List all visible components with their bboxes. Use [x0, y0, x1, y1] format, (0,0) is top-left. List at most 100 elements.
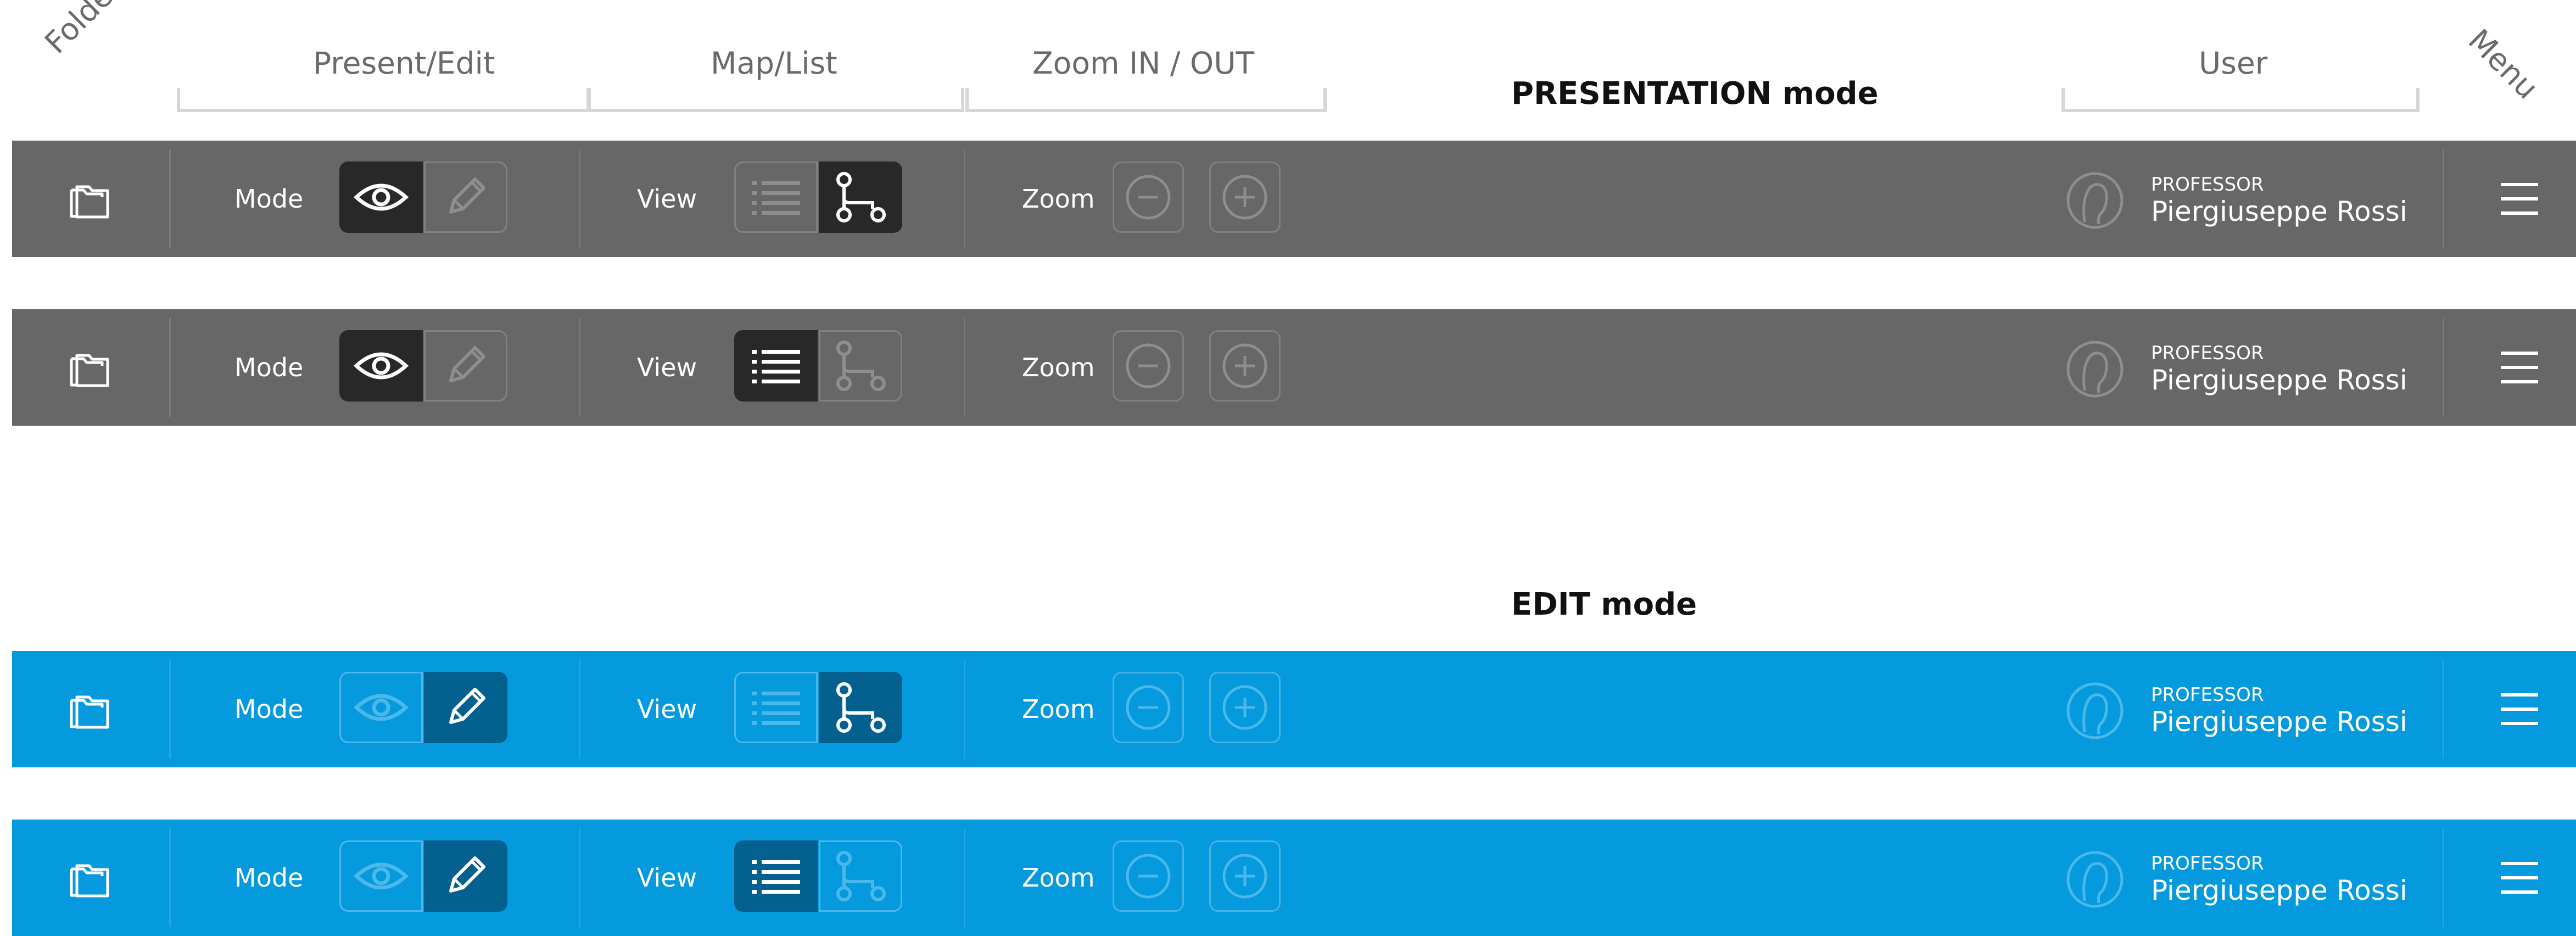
edit-mode-button[interactable]	[424, 840, 507, 912]
toolbar-separator	[579, 660, 580, 759]
view-label: View	[637, 353, 697, 382]
zoom-in-button[interactable]	[1209, 161, 1281, 233]
toolbar-separator	[964, 828, 965, 927]
annotation-folders: Folders	[38, 0, 140, 60]
edit-mode-button[interactable]	[424, 161, 507, 233]
bracket-present-edit	[177, 88, 591, 112]
eye-icon	[354, 691, 409, 724]
zoom-label: Zoom	[1022, 863, 1095, 893]
bracket-zoom	[965, 88, 1327, 112]
mode-label: Mode	[234, 353, 304, 382]
zoom-label: Zoom	[1022, 694, 1095, 724]
folder-icon[interactable]	[64, 174, 116, 226]
present-mode-button[interactable]	[339, 330, 423, 402]
annotation-user: User	[2199, 46, 2268, 81]
user-name[interactable]: Piergiuseppe Rossi	[2151, 194, 2407, 229]
annotation-zoom: Zoom IN / OUT	[1032, 46, 1255, 81]
hamburger-menu-icon[interactable]	[2495, 854, 2544, 902]
zoom-label: Zoom	[1022, 353, 1095, 382]
left-margin	[0, 0, 12, 929]
eye-icon	[354, 860, 409, 893]
map-view-button[interactable]	[819, 672, 902, 743]
present-mode-button[interactable]	[339, 161, 423, 233]
user-avatar-icon[interactable]	[2066, 850, 2124, 909]
bracket-map-list	[586, 88, 964, 112]
toolbar-separator	[169, 149, 171, 248]
pencil-icon	[441, 341, 490, 391]
toolbar-separator	[579, 318, 580, 417]
user-name[interactable]: Piergiuseppe Rossi	[2151, 705, 2407, 739]
map-view-button[interactable]	[819, 161, 902, 233]
edit-mode-button[interactable]	[424, 672, 507, 743]
pencil-icon	[441, 683, 490, 732]
zoom-out-icon	[1124, 851, 1173, 901]
folder-icon[interactable]	[64, 684, 116, 737]
list-view-button[interactable]	[734, 672, 818, 743]
map-tree-icon	[833, 849, 888, 904]
hamburger-menu-icon[interactable]	[2495, 685, 2544, 733]
list-view-button[interactable]	[734, 840, 818, 912]
hamburger-menu-icon[interactable]	[2495, 343, 2544, 392]
toolbar-separator	[169, 828, 171, 927]
user-avatar-icon[interactable]	[2066, 340, 2124, 398]
map-view-button[interactable]	[819, 330, 902, 402]
edit-mode-button[interactable]	[424, 330, 507, 402]
user-role: PROFESSOR	[2151, 342, 2264, 364]
present-mode-button[interactable]	[339, 840, 423, 912]
map-tree-icon	[833, 338, 888, 393]
list-view-button[interactable]	[734, 330, 818, 402]
folder-icon[interactable]	[64, 342, 116, 395]
zoom-out-button[interactable]	[1113, 840, 1184, 912]
list-icon	[750, 347, 802, 385]
user-role: PROFESSOR	[2151, 174, 2264, 196]
toolbar-separator	[964, 149, 965, 248]
map-tree-icon	[833, 170, 888, 225]
eye-icon	[354, 181, 409, 214]
toolbar-separator	[2443, 828, 2444, 927]
toolbar-separator	[579, 828, 580, 927]
pencil-icon	[441, 851, 490, 901]
list-icon	[750, 178, 802, 216]
toolbar-separator	[2443, 149, 2444, 248]
view-label: View	[637, 184, 697, 214]
zoom-out-button[interactable]	[1113, 161, 1184, 233]
list-icon	[750, 688, 802, 727]
toolbar-separator	[964, 318, 965, 417]
list-view-button[interactable]	[734, 161, 818, 233]
present-mode-button[interactable]	[339, 672, 423, 743]
zoom-in-icon	[1220, 851, 1270, 901]
bracket-user	[2061, 88, 2419, 112]
mode-label: Mode	[234, 863, 304, 893]
toolbar-separator	[579, 149, 580, 248]
user-name[interactable]: Piergiuseppe Rossi	[2151, 363, 2407, 397]
zoom-in-button[interactable]	[1209, 672, 1281, 743]
zoom-in-icon	[1220, 341, 1270, 391]
toolbar-presentation-map: Mode View Zoom PROFESSOR Piergiuseppe Rossi	[12, 141, 2576, 257]
user-role: PROFESSOR	[2151, 684, 2264, 706]
toolbar-edit-map: Mode View Zoom PROFESSOR Piergiuseppe Rossi	[12, 651, 2576, 767]
toolbar-separator	[2443, 318, 2444, 417]
annotation-menu: Menu	[2461, 22, 2545, 106]
toolbar-edit-list: Mode View Zoom PROFESSOR Piergiuseppe Rossi	[12, 820, 2576, 936]
zoom-out-button[interactable]	[1113, 672, 1184, 743]
map-view-button[interactable]	[819, 840, 902, 912]
section-title-presentation: PRESENTATION mode	[1511, 76, 1879, 112]
eye-icon	[354, 349, 409, 382]
hamburger-menu-icon[interactable]	[2495, 175, 2544, 223]
user-role: PROFESSOR	[2151, 853, 2264, 874]
zoom-in-icon	[1220, 172, 1270, 222]
user-avatar-icon[interactable]	[2066, 682, 2124, 740]
pencil-icon	[441, 172, 490, 222]
zoom-in-button[interactable]	[1209, 840, 1281, 912]
zoom-in-button[interactable]	[1209, 330, 1281, 402]
section-title-edit: EDIT mode	[1511, 587, 1697, 622]
user-name[interactable]: Piergiuseppe Rossi	[2151, 873, 2407, 907]
toolbar-separator	[169, 318, 171, 417]
toolbar-presentation-list: Mode View Zoom PROFESSOR Piergiuseppe Rossi	[12, 309, 2576, 426]
zoom-out-button[interactable]	[1113, 330, 1184, 402]
zoom-label: Zoom	[1022, 184, 1095, 214]
folder-icon[interactable]	[64, 853, 116, 905]
toolbar-separator	[964, 660, 965, 759]
annotation-map-list: Map/List	[711, 46, 837, 81]
user-avatar-icon[interactable]	[2066, 171, 2124, 230]
